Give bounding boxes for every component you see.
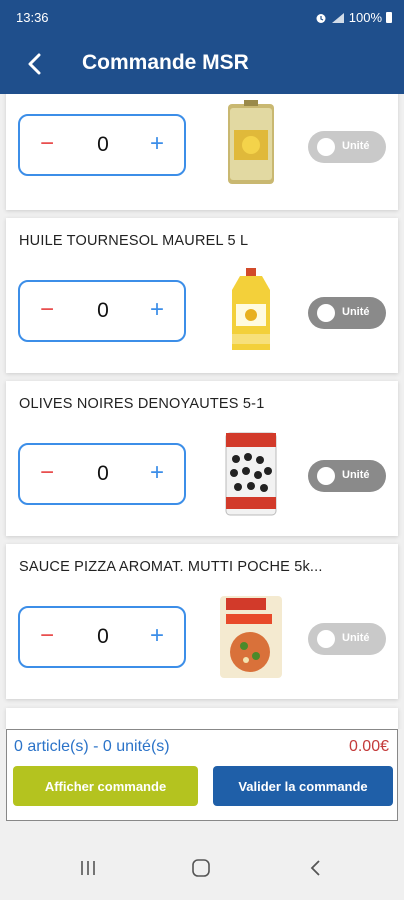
- quantity-value[interactable]: 0: [80, 462, 126, 486]
- show-order-button[interactable]: Afficher commande: [13, 766, 198, 806]
- increment-button[interactable]: +: [142, 296, 172, 326]
- product-list[interactable]: − 0 + Unité HUILE TOURNESOL MAUREL 5 L −…: [0, 94, 404, 729]
- recent-apps-icon: [81, 861, 95, 875]
- increment-button[interactable]: +: [142, 130, 172, 160]
- decrement-button[interactable]: −: [32, 130, 62, 160]
- nav-back-button[interactable]: [300, 856, 330, 880]
- unit-toggle-label: Unité: [342, 306, 370, 318]
- product-image: [225, 432, 277, 516]
- product-name: HUILE TOURNESOL MAUREL 5 L: [19, 233, 249, 249]
- decrement-button[interactable]: −: [32, 622, 62, 652]
- increment-button[interactable]: +: [142, 622, 172, 652]
- product-image: [220, 596, 282, 678]
- status-bar: 13:36 100%: [0, 0, 404, 34]
- page-title: Commande MSR: [82, 51, 249, 74]
- order-summary-panel: 0 article(s) - 0 unité(s) 0.00€ Afficher…: [6, 729, 398, 821]
- battery-percent: 100%: [348, 10, 382, 25]
- status-icons: 100%: [315, 10, 392, 25]
- battery-icon: [386, 12, 392, 23]
- unit-toggle-label: Unité: [342, 140, 370, 152]
- validate-order-button[interactable]: Valider la commande: [213, 766, 393, 806]
- decrement-button[interactable]: −: [32, 296, 62, 326]
- product-image: [232, 268, 270, 350]
- toggle-knob: [317, 630, 335, 648]
- toggle-knob: [317, 304, 335, 322]
- unit-toggle[interactable]: Unité: [308, 623, 386, 655]
- product-card: SAUCE PIZZA AROMAT. MUTTI POCHE 5k... − …: [6, 544, 398, 699]
- product-name: SAUCE PIZZA AROMAT. MUTTI POCHE 5k...: [19, 559, 323, 575]
- system-nav-bar: [0, 826, 404, 900]
- toggle-knob: [317, 467, 335, 485]
- alarm-icon: [316, 13, 326, 23]
- back-arrow-icon: [28, 53, 41, 75]
- app-bar: Commande MSR: [0, 34, 404, 94]
- home-icon: [192, 859, 210, 877]
- order-summary-text: 0 article(s) - 0 unité(s): [14, 738, 170, 755]
- order-total: 0.00€: [348, 738, 389, 755]
- product-image: [228, 100, 274, 184]
- product-card: HUILE TOURNESOL MAUREL 5 L − 0 + Unité: [6, 218, 398, 373]
- signal-icon: [331, 12, 344, 23]
- decrement-button[interactable]: −: [32, 459, 62, 489]
- quantity-value[interactable]: 0: [80, 133, 126, 157]
- toggle-knob: [317, 138, 335, 156]
- unit-toggle-label: Unité: [342, 469, 370, 481]
- quantity-value[interactable]: 0: [80, 625, 126, 649]
- status-time: 13:36: [16, 10, 49, 25]
- quantity-stepper: − 0 +: [18, 606, 186, 668]
- quantity-stepper: − 0 +: [18, 280, 186, 342]
- product-name: OLIVES NOIRES DENOYAUTES 5-1: [19, 396, 265, 412]
- nav-back-icon: [310, 860, 320, 876]
- product-card: − 0 + Unité: [6, 94, 398, 210]
- unit-toggle[interactable]: Unité: [308, 131, 386, 163]
- quantity-stepper: − 0 +: [18, 114, 186, 176]
- quantity-stepper: − 0 +: [18, 443, 186, 505]
- unit-toggle[interactable]: Unité: [308, 297, 386, 329]
- product-card: OLIVES NOIRES DENOYAUTES 5-1 − 0 + Unité: [6, 381, 398, 536]
- back-button[interactable]: [18, 48, 50, 80]
- quantity-value[interactable]: 0: [80, 299, 126, 323]
- increment-button[interactable]: +: [142, 459, 172, 489]
- product-card: [6, 708, 398, 729]
- unit-toggle[interactable]: Unité: [308, 460, 386, 492]
- unit-toggle-label: Unité: [342, 632, 370, 644]
- recent-apps-button[interactable]: [73, 856, 103, 880]
- home-button[interactable]: [186, 856, 216, 880]
